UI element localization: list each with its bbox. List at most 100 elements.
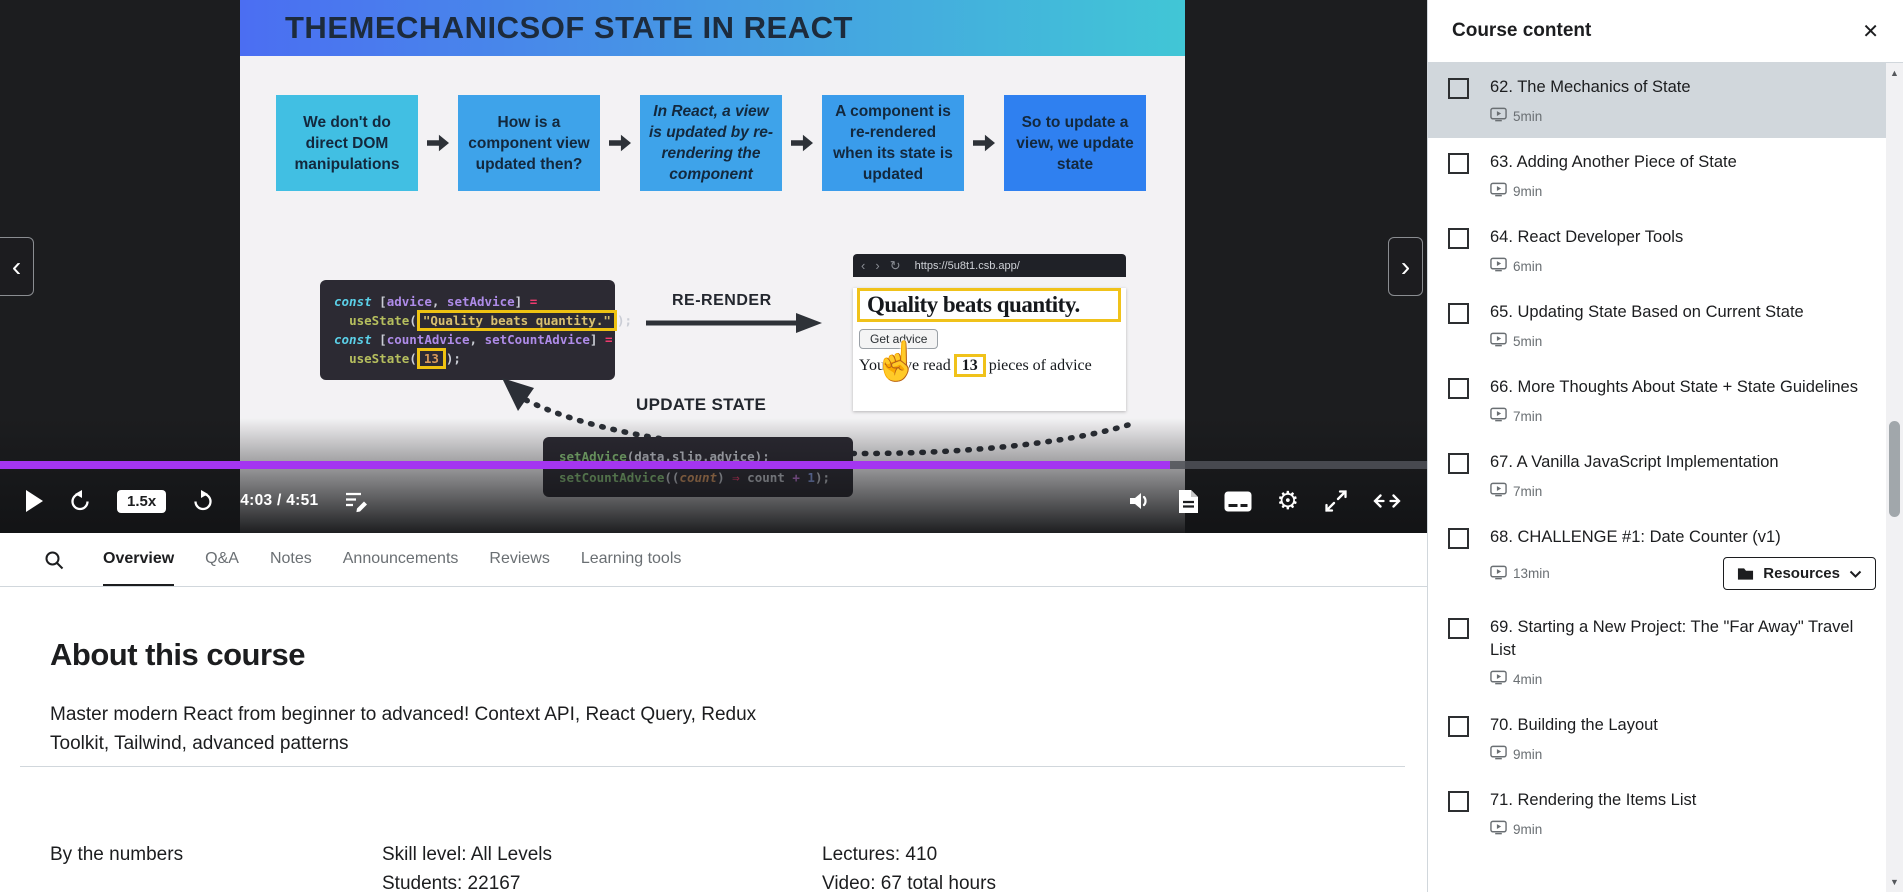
lecture-item[interactable]: 63. Adding Another Piece of State9min — [1428, 138, 1886, 213]
player-controls: 1.5x 4:03 / 4:51 — [0, 469, 1427, 533]
stats-lectures-video: Lectures: 410 Video: 67 total hours — [822, 840, 996, 892]
play-button[interactable] — [26, 490, 43, 512]
flow-box-3: In React, a view is updated by re-render… — [640, 95, 782, 191]
playback-speed-button[interactable]: 1.5x — [117, 490, 166, 513]
add-note-icon[interactable] — [343, 489, 369, 513]
flow-box-5: So to update a view, we update state — [1004, 95, 1146, 191]
lecture-list: 62. The Mechanics of State5min63. Adding… — [1428, 63, 1886, 892]
slide-title-emphasis: MECHANICS — [349, 10, 541, 46]
stats-skill-students: Skill level: All Levels Students: 22167 — [382, 840, 552, 892]
lecture-title: 64. React Developer Tools — [1490, 226, 1876, 249]
lecture-duration: 7min — [1513, 409, 1542, 424]
previous-lecture-button[interactable]: ‹ — [0, 237, 34, 296]
volume-icon[interactable] — [1127, 489, 1153, 513]
video-player[interactable]: THE MECHANICS OF STATE IN REACT We don't… — [0, 0, 1427, 533]
close-icon[interactable]: ✕ — [1862, 19, 1879, 44]
lecture-item[interactable]: 71. Rendering the Items List 9min — [1428, 776, 1886, 851]
scroll-down-icon[interactable]: ▼ — [1886, 874, 1903, 890]
slide-flow-diagram: We don't do direct DOM manipulationsHow … — [276, 95, 1146, 191]
video-play-icon — [1490, 670, 1507, 688]
video-play-icon — [1490, 407, 1507, 425]
flow-arrow-icon — [788, 132, 816, 154]
controls-right: ⚙ — [1127, 489, 1401, 514]
about-description: Master modern React from beginner to adv… — [50, 700, 820, 758]
lecture-checkbox[interactable] — [1448, 303, 1469, 324]
video-play-icon — [1490, 482, 1507, 500]
lecture-title: 68. CHALLENGE #1: Date Counter (v1) — [1490, 526, 1876, 549]
resources-dropdown-button[interactable]: Resources — [1723, 557, 1876, 590]
lecture-item[interactable]: 68. CHALLENGE #1: Date Counter (v1) 13min… — [1428, 513, 1886, 603]
re-render-label: RE-RENDER — [672, 292, 772, 310]
browser-mockup: ‹ › ↻ https://5u8t1.csb.app/ Quality bea… — [853, 254, 1126, 411]
lecture-checkbox[interactable] — [1448, 153, 1469, 174]
settings-gear-icon[interactable]: ⚙ — [1277, 489, 1299, 514]
sidebar-scrollbar[interactable]: ▲ ▼ — [1886, 63, 1903, 892]
course-content-sidebar: Course content ✕ 62. The Mechanics of St… — [1427, 0, 1903, 892]
lecture-checkbox[interactable] — [1448, 716, 1469, 737]
lecture-checkbox[interactable] — [1448, 78, 1469, 99]
hand-cursor-icon: ☝ — [873, 340, 920, 384]
browser-url: https://5u8t1.csb.app/ — [915, 260, 1020, 272]
stats-label: By the numbers — [50, 840, 183, 869]
controls-left: 1.5x 4:03 / 4:51 — [26, 489, 369, 513]
video-play-icon — [1490, 332, 1507, 350]
flow-box-1: We don't do direct DOM manipulations — [276, 95, 418, 191]
video-hours: Video: 67 total hours — [822, 869, 996, 892]
lecture-duration: 7min — [1513, 484, 1542, 499]
slide-title-part: THE — [285, 10, 349, 46]
slide-title-part: OF STATE IN REACT — [541, 10, 853, 46]
tab-q-a[interactable]: Q&A — [205, 533, 239, 586]
tab-reviews[interactable]: Reviews — [489, 533, 549, 586]
lecture-checkbox[interactable] — [1448, 528, 1469, 549]
lecture-item[interactable]: 62. The Mechanics of State5min — [1428, 63, 1886, 138]
lecture-duration: 9min — [1513, 822, 1542, 837]
expanded-view-icon[interactable] — [1373, 494, 1401, 508]
lecture-item[interactable]: 70. Building the Layout9min — [1428, 701, 1886, 776]
code-line: const [countAdvice, setCountAdvice] = — [334, 330, 601, 349]
lecture-duration: 13min — [1513, 566, 1550, 581]
scroll-up-icon[interactable]: ▲ — [1886, 65, 1903, 81]
lecture-item[interactable]: 67. A Vanilla JavaScript Implementation7… — [1428, 438, 1886, 513]
captions-icon[interactable] — [1224, 491, 1252, 512]
progress-bar[interactable] — [0, 461, 1427, 469]
udemy-course-page: THE MECHANICS OF STATE IN REACT We don't… — [0, 0, 1903, 892]
lecture-checkbox[interactable] — [1448, 791, 1469, 812]
lecture-item[interactable]: 66. More Thoughts About State + State Gu… — [1428, 363, 1886, 438]
time-display: 4:03 / 4:51 — [240, 492, 318, 510]
course-tabs: Overview Q&A Notes Announcements Reviews Lear… — [0, 533, 1427, 587]
tab-announcements[interactable]: Announcements — [343, 533, 459, 586]
transcript-icon[interactable] — [1178, 489, 1199, 514]
skill-level: Skill level: All Levels — [382, 840, 552, 869]
slide-code-usestate: const [advice, setAdvice] = useState("Qu… — [320, 280, 615, 380]
fullscreen-icon[interactable] — [1324, 489, 1348, 513]
search-icon[interactable] — [44, 533, 64, 586]
lecture-checkbox[interactable] — [1448, 228, 1469, 249]
flow-arrow-icon — [970, 132, 998, 154]
rewind-button[interactable] — [68, 489, 92, 513]
lecture-duration: 4min — [1513, 672, 1542, 687]
lecture-title: 66. More Thoughts About State + State Gu… — [1490, 376, 1876, 399]
counter-suffix: pieces of advice — [989, 357, 1092, 374]
code-line: useState("Quality beats quantity."); — [334, 311, 601, 330]
next-lecture-button[interactable]: › — [1388, 237, 1423, 296]
video-play-icon — [1490, 745, 1507, 763]
lecture-checkbox[interactable] — [1448, 618, 1469, 639]
students-count: Students: 22167 — [382, 869, 552, 892]
lecture-title: 71. Rendering the Items List — [1490, 789, 1876, 812]
forward-button[interactable] — [191, 489, 215, 513]
lecture-title: 63. Adding Another Piece of State — [1490, 151, 1876, 174]
code-line: useState(13); — [334, 349, 601, 368]
lecture-item[interactable]: 65. Updating State Based on Current Stat… — [1428, 288, 1886, 363]
progress-played — [0, 461, 1170, 469]
lecture-checkbox[interactable] — [1448, 378, 1469, 399]
tab-learning-tools[interactable]: Learning tools — [581, 533, 682, 586]
flow-box-4: A component is re-rendered when its stat… — [822, 95, 964, 191]
tab-notes[interactable]: Notes — [270, 533, 312, 586]
lecture-item[interactable]: 64. React Developer Tools6min — [1428, 213, 1886, 288]
section-divider — [20, 766, 1405, 767]
update-state-label: UPDATE STATE — [636, 395, 766, 415]
lecture-checkbox[interactable] — [1448, 453, 1469, 474]
scrollbar-thumb[interactable] — [1889, 421, 1900, 517]
tab-overview[interactable]: Overview — [103, 533, 174, 586]
lecture-item[interactable]: 69. Starting a New Project: The "Far Awa… — [1428, 603, 1886, 701]
